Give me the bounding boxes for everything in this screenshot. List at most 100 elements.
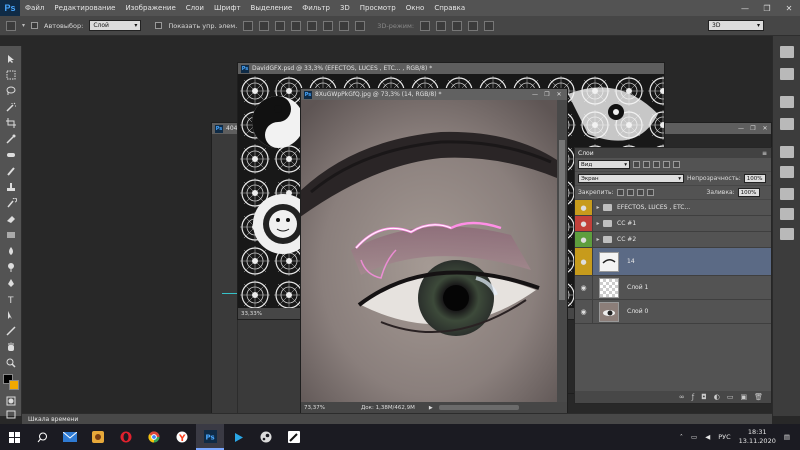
align-bottom-icon[interactable] (275, 20, 286, 31)
quick-mask-icon[interactable] (5, 396, 17, 406)
obs-icon[interactable] (280, 424, 308, 450)
magic-wand-icon[interactable] (5, 102, 17, 112)
autoselect-checkbox[interactable] (31, 22, 39, 29)
timeline-panel-tab[interactable]: Шкала времени (22, 413, 772, 424)
menu-3d[interactable]: 3D (335, 4, 355, 12)
paths-panel-icon[interactable] (780, 228, 794, 240)
type-tool-icon[interactable]: T (5, 294, 17, 306)
menu-layers[interactable]: Слои (181, 4, 209, 12)
filter-pixel-icon[interactable] (633, 161, 640, 168)
visibility-eye-icon[interactable]: ● (575, 200, 593, 215)
opera-icon[interactable] (112, 424, 140, 450)
clone-stamp-icon[interactable] (5, 182, 17, 192)
menu-file[interactable]: Файл (20, 4, 49, 12)
document-window-eye[interactable]: Ps 8XuGWpPkGfQ.jpg @ 73,3% (14, RGB/8) *… (300, 88, 568, 414)
photos-game-icon[interactable] (84, 424, 112, 450)
align-top-icon[interactable] (243, 20, 254, 31)
layers-panel-icon[interactable] (780, 188, 794, 200)
path-selection-icon[interactable] (5, 310, 17, 320)
doc-close-button[interactable]: ✕ (553, 89, 565, 100)
minimize-button[interactable]: — (734, 0, 756, 16)
lock-position-icon[interactable] (636, 189, 644, 196)
status-menu-arrow-icon[interactable]: ▶ (429, 405, 433, 411)
layer-group-efectos[interactable]: ● ▸ EFECTOS, LUCES , ETC... (575, 200, 771, 216)
gradient-icon[interactable] (5, 230, 17, 240)
actions-panel-icon[interactable] (780, 68, 794, 80)
document-title-bar[interactable]: Ps 8XuGWpPkGfQ.jpg @ 73,3% (14, RGB/8) *… (301, 89, 567, 100)
document-info[interactable]: Док: 1,38M/462,9M (361, 405, 415, 411)
history-brush-icon[interactable] (5, 197, 18, 208)
menu-help[interactable]: Справка (429, 4, 470, 12)
blur-tool-icon[interactable] (5, 246, 17, 256)
yandex-browser-icon[interactable]: Y (168, 424, 196, 450)
adjustments-panel-icon[interactable] (780, 146, 794, 158)
marquee-tool-icon[interactable] (5, 70, 17, 80)
background-color-swatch[interactable] (9, 380, 19, 390)
move-tool-icon[interactable] (5, 54, 17, 64)
zoom-tool-icon[interactable] (5, 358, 17, 368)
photoshop-taskbar-icon[interactable]: Ps (196, 424, 224, 450)
lock-all-icon[interactable] (646, 189, 654, 196)
line-tool-icon[interactable] (5, 326, 17, 336)
distribute-icon[interactable] (339, 20, 350, 31)
filter-type-icon[interactable] (653, 161, 660, 168)
horizontal-scrollbar[interactable] (438, 405, 519, 410)
adjustment-layer-icon[interactable]: ◐ (714, 393, 720, 401)
doc-minimize-button[interactable]: — (735, 123, 747, 134)
filter-adjustment-icon[interactable] (643, 161, 650, 168)
language-indicator[interactable]: РУС (718, 433, 730, 441)
3d-scale-icon[interactable] (484, 20, 495, 31)
filter-smart-icon[interactable] (673, 161, 680, 168)
menu-edit[interactable]: Редактирование (49, 4, 120, 12)
pen-tool-icon[interactable] (5, 278, 17, 288)
menu-type[interactable]: Шрифт (209, 4, 246, 12)
styles-panel-icon[interactable] (780, 166, 794, 178)
align-left-icon[interactable] (291, 20, 302, 31)
expand-arrow-icon[interactable]: ▸ (593, 204, 603, 211)
doc-minimize-button[interactable]: — (529, 89, 541, 100)
lasso-tool-icon[interactable] (5, 86, 17, 96)
network-icon[interactable]: ▭ (691, 433, 697, 441)
healing-brush-icon[interactable] (5, 150, 17, 160)
align-middle-icon[interactable] (259, 20, 270, 31)
layer-group-cc2[interactable]: ● ▸ CC #2 (575, 232, 771, 248)
blend-mode-dropdown[interactable]: Экран ▾ (578, 174, 684, 183)
brush-tool-icon[interactable] (5, 166, 17, 176)
eraser-icon[interactable] (5, 214, 17, 224)
visibility-eye-icon[interactable]: ● (575, 232, 593, 247)
photo-canvas[interactable] (301, 100, 557, 404)
link-layers-icon[interactable]: ∞ (679, 393, 685, 401)
autoselect-dropdown[interactable]: Слой ▾ (89, 20, 142, 31)
menu-image[interactable]: Изображение (120, 4, 180, 12)
new-layer-icon[interactable]: ▣ (740, 393, 747, 401)
mail-icon[interactable] (56, 424, 84, 450)
3d-roll-icon[interactable] (436, 20, 447, 31)
visibility-eye-icon[interactable]: ● (575, 216, 593, 231)
visibility-eye-icon[interactable]: ● (575, 248, 593, 275)
chrome-icon[interactable] (140, 424, 168, 450)
screen-mode-icon[interactable] (5, 410, 17, 419)
menu-window[interactable]: Окно (401, 4, 430, 12)
doc-close-button[interactable]: ✕ (759, 123, 771, 134)
delete-layer-icon[interactable]: 🗑 (754, 393, 763, 401)
scrollbar-thumb[interactable] (559, 140, 565, 300)
visibility-eye-icon[interactable]: ◉ (575, 300, 593, 323)
document-title-bar[interactable]: Ps DavidGFX.psd @ 33,3% (EFECTOS, LUCES … (238, 63, 664, 74)
move-tool-icon[interactable] (6, 20, 16, 31)
filter-shape-icon[interactable] (663, 161, 670, 168)
menu-select[interactable]: Выделение (246, 4, 298, 12)
notifications-icon[interactable]: ▤ (784, 433, 790, 441)
history-panel-icon[interactable] (780, 46, 794, 58)
panel-menu-icon[interactable]: ≡ (762, 150, 767, 157)
channels-panel-icon[interactable] (780, 208, 794, 220)
color-panel-icon[interactable] (780, 96, 794, 108)
tool-preset-chevron-icon[interactable]: ▾ (22, 22, 25, 29)
layer-sloy-0[interactable]: ◉ Слой 0 (575, 300, 771, 324)
opacity-input[interactable]: 100% (743, 174, 766, 183)
distribute-2-icon[interactable] (355, 20, 366, 31)
windows-start-icon[interactable] (0, 424, 28, 450)
steam-icon[interactable] (252, 424, 280, 450)
lock-pixels-icon[interactable] (626, 189, 634, 196)
layer-14-selected[interactable]: ● 14 (575, 248, 771, 276)
doc-restore-button[interactable]: ❐ (541, 89, 553, 100)
